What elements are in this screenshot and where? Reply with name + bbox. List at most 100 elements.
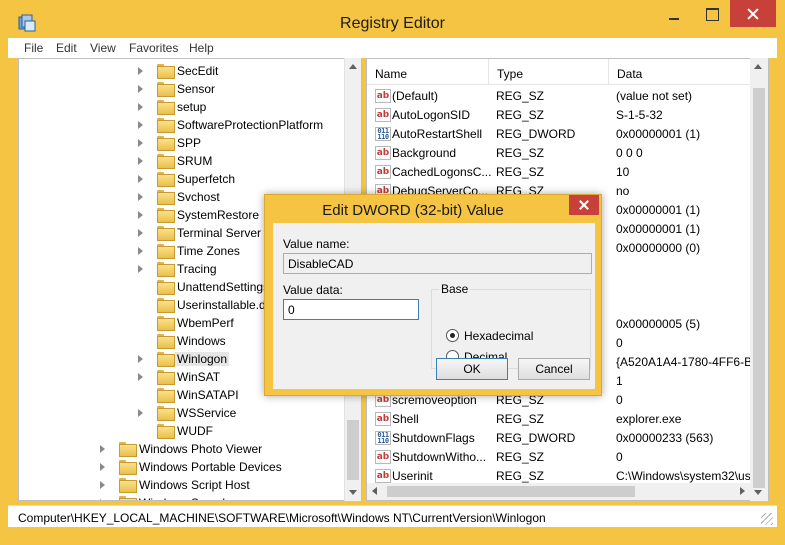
value-row[interactable]: ab AutoLogonSID REG_SZ S-1-5-32 <box>367 105 767 124</box>
tree-item[interactable]: WUDF <box>19 422 359 440</box>
tree-item[interactable]: SPP <box>19 134 359 152</box>
value-row[interactable]: 011 110 ShutdownFlags REG_DWORD 0x00000233 (… <box>367 428 767 447</box>
expand-arrow-icon[interactable] <box>137 354 145 364</box>
value-name: AutoLogonSID <box>392 108 471 122</box>
string-value-icon: ab <box>375 165 391 179</box>
tree-item-label: UnattendSettings <box>177 280 270 294</box>
expand-arrow-icon[interactable] <box>137 84 145 94</box>
folder-icon <box>157 100 175 115</box>
value-name-field[interactable]: DisableCAD <box>283 253 592 274</box>
tree-item[interactable]: Superfetch <box>19 170 359 188</box>
value-data: no <box>616 184 630 198</box>
value-row[interactable]: 011 110 AutoRestartShell REG_DWORD 0x0000000… <box>367 124 767 143</box>
hexadecimal-label[interactable]: Hexadecimal <box>464 329 533 343</box>
expand-arrow-icon[interactable] <box>137 408 145 418</box>
folder-icon <box>157 352 175 367</box>
dialog-close-button[interactable] <box>569 195 599 215</box>
value-name: Userinit <box>392 469 433 483</box>
value-type: REG_SZ <box>496 469 545 483</box>
values-vertical-scrollbar[interactable] <box>750 58 768 501</box>
value-row[interactable]: ab Shell REG_SZ explorer.exe <box>367 409 767 428</box>
string-value-icon: ab <box>375 412 391 426</box>
title-bar[interactable]: Registry Editor <box>0 0 785 38</box>
folder-icon <box>119 496 137 500</box>
tree-item[interactable]: Windows Photo Viewer <box>19 440 359 458</box>
tree-item-label: Superfetch <box>177 172 236 186</box>
values-horizontal-scrollbar[interactable] <box>367 483 750 500</box>
expand-arrow-icon[interactable] <box>99 444 107 454</box>
column-header-name[interactable]: Name <box>367 59 489 85</box>
expand-arrow-icon[interactable] <box>137 120 145 130</box>
expand-arrow-icon[interactable] <box>99 480 107 490</box>
column-header-data[interactable]: Data <box>609 59 768 85</box>
value-row[interactable]: ab Background REG_SZ 0 0 0 <box>367 143 767 162</box>
scroll-down-icon[interactable] <box>754 490 762 495</box>
values-hscroll-thumb[interactable] <box>387 486 635 497</box>
expand-arrow-icon[interactable] <box>137 228 145 238</box>
value-row[interactable]: ab ShutdownWitho... REG_SZ 0 <box>367 447 767 466</box>
value-data: 0 <box>616 450 623 464</box>
scroll-up-icon[interactable] <box>349 64 357 69</box>
expand-arrow-icon[interactable] <box>137 372 145 382</box>
folder-icon <box>157 154 175 169</box>
value-data: {A520A1A4-1780-4FF6-BD <box>616 355 761 369</box>
expand-arrow-icon[interactable] <box>137 156 145 166</box>
menu-file[interactable]: File <box>24 41 43 55</box>
expand-arrow-icon[interactable] <box>137 210 145 220</box>
expand-arrow-icon[interactable] <box>137 192 145 202</box>
tree-item[interactable]: SecEdit <box>19 62 359 80</box>
tree-item[interactable]: SoftwareProtectionPlatform <box>19 116 359 134</box>
hexadecimal-radio[interactable] <box>446 329 459 342</box>
tree-item[interactable]: Sensor <box>19 80 359 98</box>
values-scroll-thumb[interactable] <box>753 88 765 488</box>
ok-button[interactable]: OK <box>436 358 508 380</box>
tree-item[interactable]: Windows Portable Devices <box>19 458 359 476</box>
folder-icon <box>157 424 175 439</box>
minimize-button[interactable] <box>660 0 687 27</box>
value-type: REG_DWORD <box>496 127 576 141</box>
scroll-down-icon[interactable] <box>349 490 357 495</box>
tree-item-label: Windows Portable Devices <box>139 460 282 474</box>
cancel-button[interactable]: Cancel <box>518 358 590 380</box>
tree-item-label: WUDF <box>177 424 213 438</box>
tree-item[interactable]: Windows Script Host <box>19 476 359 494</box>
folder-icon <box>157 280 175 295</box>
value-row[interactable]: ab (Default) REG_SZ (value not set) <box>367 86 767 105</box>
close-button[interactable] <box>730 0 776 27</box>
value-name: Background <box>392 146 457 160</box>
folder-icon <box>157 388 175 403</box>
scroll-right-icon[interactable] <box>740 487 745 495</box>
resize-grip-icon[interactable] <box>761 513 773 525</box>
value-type: REG_SZ <box>496 108 545 122</box>
expand-arrow-icon[interactable] <box>137 138 145 148</box>
expand-arrow-icon[interactable] <box>137 174 145 184</box>
tree-item-label: Windows <box>177 334 226 348</box>
maximize-button[interactable] <box>698 0 725 27</box>
expand-arrow-icon[interactable] <box>99 462 107 472</box>
expand-arrow-icon[interactable] <box>137 264 145 274</box>
folder-icon <box>157 298 175 313</box>
tree-item[interactable]: Windows Search <box>19 494 359 500</box>
expand-arrow-icon[interactable] <box>137 102 145 112</box>
value-row[interactable]: ab CachedLogonsC... REG_SZ 10 <box>367 162 767 181</box>
column-header-type[interactable]: Type <box>489 59 609 85</box>
expand-arrow-icon[interactable] <box>99 498 107 500</box>
scroll-left-icon[interactable] <box>372 487 377 495</box>
tree-item[interactable]: SRUM <box>19 152 359 170</box>
tree-item[interactable]: setup <box>19 98 359 116</box>
tree-item[interactable]: WSService <box>19 404 359 422</box>
expand-arrow-icon[interactable] <box>137 66 145 76</box>
folder-icon <box>157 190 175 205</box>
menu-view[interactable]: View <box>90 41 116 55</box>
menu-help[interactable]: Help <box>189 41 214 55</box>
value-data: 0 <box>616 336 623 350</box>
expand-arrow-icon[interactable] <box>137 246 145 256</box>
scroll-up-icon[interactable] <box>754 64 762 69</box>
menu-edit[interactable]: Edit <box>56 41 77 55</box>
tree-item-label: Winlogon <box>175 352 230 366</box>
value-data-input[interactable]: 0 <box>283 299 419 320</box>
tree-scroll-thumb[interactable] <box>347 420 359 480</box>
value-name: CachedLogonsC... <box>392 165 492 179</box>
menu-favorites[interactable]: Favorites <box>129 41 178 55</box>
edit-dword-dialog: Edit DWORD (32-bit) Value Value name: Di… <box>264 194 602 396</box>
